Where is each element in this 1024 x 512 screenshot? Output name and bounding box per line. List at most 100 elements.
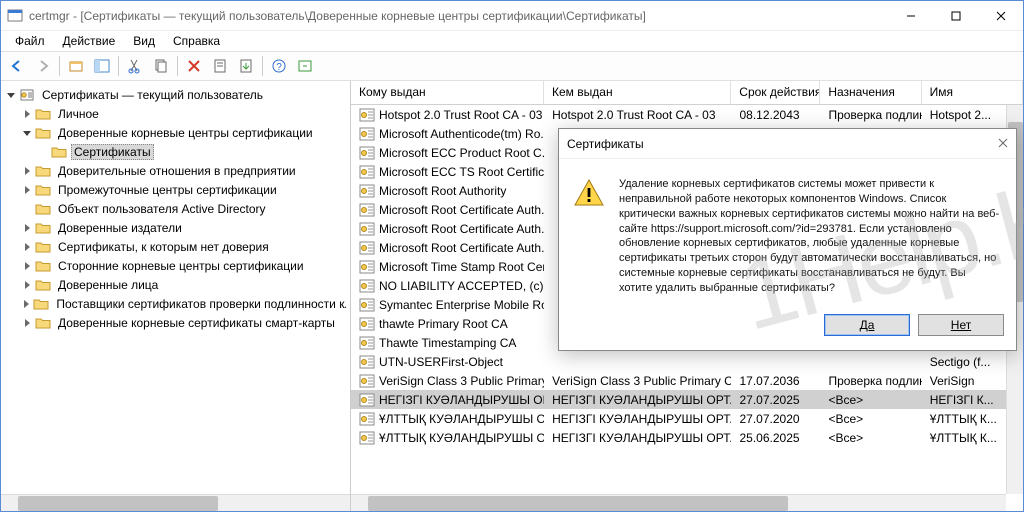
dialog-titlebar[interactable]: Сертификаты <box>559 129 1016 159</box>
tree-hscrollbar[interactable] <box>1 494 350 511</box>
close-button[interactable] <box>978 1 1023 30</box>
expand-icon[interactable] <box>21 317 33 329</box>
col-purposes[interactable]: Назначения <box>820 81 921 104</box>
col-expiration[interactable]: Срок действия <box>731 81 820 104</box>
menu-action[interactable]: Действие <box>55 32 124 50</box>
certificate-icon <box>359 146 375 160</box>
folder-icon <box>35 315 51 331</box>
tree-item[interactable]: Личное <box>1 104 350 123</box>
properties-button[interactable] <box>208 54 232 78</box>
expand-icon[interactable] <box>21 241 33 253</box>
col-issued-to[interactable]: Кому выдан <box>351 81 544 104</box>
dialog-no-button[interactable]: Нет <box>918 314 1004 336</box>
col-issued-by[interactable]: Кем выдан <box>544 81 731 104</box>
copy-button[interactable] <box>149 54 173 78</box>
col-name[interactable]: Имя <box>922 81 1023 104</box>
tree-item[interactable]: Доверительные отношения в предприятии <box>1 161 350 180</box>
cell: NO LIABILITY ACCEPTED, (c)97 ... <box>351 279 544 293</box>
expand-icon[interactable] <box>21 165 33 177</box>
tree-item-label: Доверительные отношения в предприятии <box>55 163 299 179</box>
menu-file[interactable]: Файл <box>7 32 53 50</box>
tree-item[interactable]: Поставщики сертификатов проверки подлинн… <box>1 294 350 313</box>
expand-icon[interactable] <box>21 298 31 310</box>
list-hscrollbar[interactable] <box>351 494 1006 511</box>
tree-item[interactable]: Доверенные издатели <box>1 218 350 237</box>
minimize-button[interactable] <box>888 1 933 30</box>
tree-item-label: Доверенные корневые сертификаты смарт-ка… <box>55 315 338 331</box>
tree-item[interactable]: Промежуточные центры сертификации <box>1 180 350 199</box>
expand-icon[interactable] <box>21 108 33 120</box>
tree-item[interactable]: Доверенные корневые сертификаты смарт-ка… <box>1 313 350 332</box>
delete-button[interactable] <box>182 54 206 78</box>
tree-item[interactable]: Сертификаты — текущий пользователь <box>1 85 350 104</box>
collapse-icon[interactable] <box>21 127 33 139</box>
separator <box>262 56 263 76</box>
export-button[interactable] <box>234 54 258 78</box>
title-app: certmgr <box>29 9 70 23</box>
table-row[interactable]: Hotspot 2.0 Trust Root CA - 03Hotspot 2.… <box>351 105 1023 124</box>
show-hide-tree-button[interactable] <box>90 54 114 78</box>
cell: Hotspot 2.0 Trust Root CA - 03 <box>351 108 544 122</box>
help-button[interactable]: ? <box>267 54 291 78</box>
forward-button[interactable] <box>31 54 55 78</box>
cell: ҰЛТТЫҚ КУӘЛАНДЫРУШЫ ОРТА... <box>351 412 544 426</box>
list-header: Кому выдан Кем выдан Срок действия Назна… <box>351 81 1023 105</box>
cell: Thawte Timestamping CA <box>351 336 544 350</box>
tree-item-label: Доверенные корневые центры сертификации <box>55 125 316 141</box>
cell: НЕГІЗГІ КУӘЛАНДЫРУШЫ ОРТА... <box>544 393 731 407</box>
cell: ҰЛТТЫҚ КУӘЛАНДЫРУШЫ ОРТА... <box>351 431 544 445</box>
tree-item[interactable]: Сертификаты <box>1 142 350 161</box>
table-row[interactable]: НЕГІЗГІ КУӘЛАНДЫРУШЫ ОРТА...НЕГІЗГІ КУӘЛ… <box>351 390 1023 409</box>
table-row[interactable]: VeriSign Class 3 Public Primary ...VeriS… <box>351 371 1023 390</box>
menu-view[interactable]: Вид <box>125 32 163 50</box>
expand-icon[interactable] <box>21 260 33 272</box>
table-row[interactable]: UTN-USERFirst-ObjectSectigo (f... <box>351 352 1023 371</box>
tree-item-label: Личное <box>55 106 102 122</box>
menu-help[interactable]: Справка <box>165 32 228 50</box>
cut-button[interactable] <box>123 54 147 78</box>
certificate-icon <box>359 336 375 350</box>
back-button[interactable] <box>5 54 29 78</box>
expand-icon[interactable] <box>21 222 33 234</box>
dialog-close-button[interactable] <box>998 137 1008 151</box>
cell: Microsoft Authenticode(tm) Ro... <box>351 127 544 141</box>
certificate-icon <box>359 241 375 255</box>
confirm-dialog: Сертификаты Удаление корневых сертификат… <box>558 128 1017 351</box>
certificate-icon <box>359 260 375 274</box>
cell: thawte Primary Root CA <box>351 317 544 331</box>
folder-icon <box>35 258 51 274</box>
cell: Microsoft ECC Product Root C... <box>351 146 544 160</box>
dialog-yes-button[interactable]: Да <box>824 314 910 336</box>
refresh-button[interactable] <box>293 54 317 78</box>
cell: 25.06.2025 <box>731 431 820 445</box>
table-row[interactable]: ҰЛТТЫҚ КУӘЛАНДЫРУШЫ ОРТА...НЕГІЗГІ КУӘЛА… <box>351 409 1023 428</box>
up-button[interactable] <box>64 54 88 78</box>
expand-icon[interactable] <box>21 184 33 196</box>
title-path: - [Сертификаты — текущий пользователь\До… <box>70 9 646 23</box>
titlebar: certmgr - [Сертификаты — текущий пользов… <box>1 1 1023 31</box>
certificate-icon <box>359 203 375 217</box>
folder-icon <box>35 201 51 217</box>
toolbar: ? <box>1 51 1023 81</box>
folder-icon <box>19 87 35 103</box>
tree-view[interactable]: Сертификаты — текущий пользователь Личное… <box>1 81 350 494</box>
tree-item[interactable]: Доверенные корневые центры сертификации <box>1 123 350 142</box>
expand-icon <box>21 203 33 215</box>
maximize-button[interactable] <box>933 1 978 30</box>
table-row[interactable]: ҰЛТТЫҚ КУӘЛАНДЫРУШЫ ОРТА...НЕГІЗГІ КУӘЛА… <box>351 428 1023 447</box>
app-icon <box>7 8 23 24</box>
cell: НЕГІЗГІ КУӘЛАНДЫРУШЫ ОРТА... <box>351 393 544 407</box>
certificate-icon <box>359 279 375 293</box>
expand-icon[interactable] <box>21 279 33 291</box>
warning-icon <box>573 177 605 209</box>
certificate-icon <box>359 317 375 331</box>
tree-item-label: Поставщики сертификатов проверки подлинн… <box>53 296 346 312</box>
tree-pane: Сертификаты — текущий пользователь Личное… <box>1 81 351 511</box>
tree-item[interactable]: Доверенные лица <box>1 275 350 294</box>
certificate-icon <box>359 184 375 198</box>
tree-item[interactable]: Сторонние корневые центры сертификации <box>1 256 350 275</box>
collapse-icon[interactable] <box>5 89 17 101</box>
tree-item[interactable]: Сертификаты, к которым нет доверия <box>1 237 350 256</box>
tree-item[interactable]: Объект пользователя Active Directory <box>1 199 350 218</box>
certificate-icon <box>359 108 375 122</box>
